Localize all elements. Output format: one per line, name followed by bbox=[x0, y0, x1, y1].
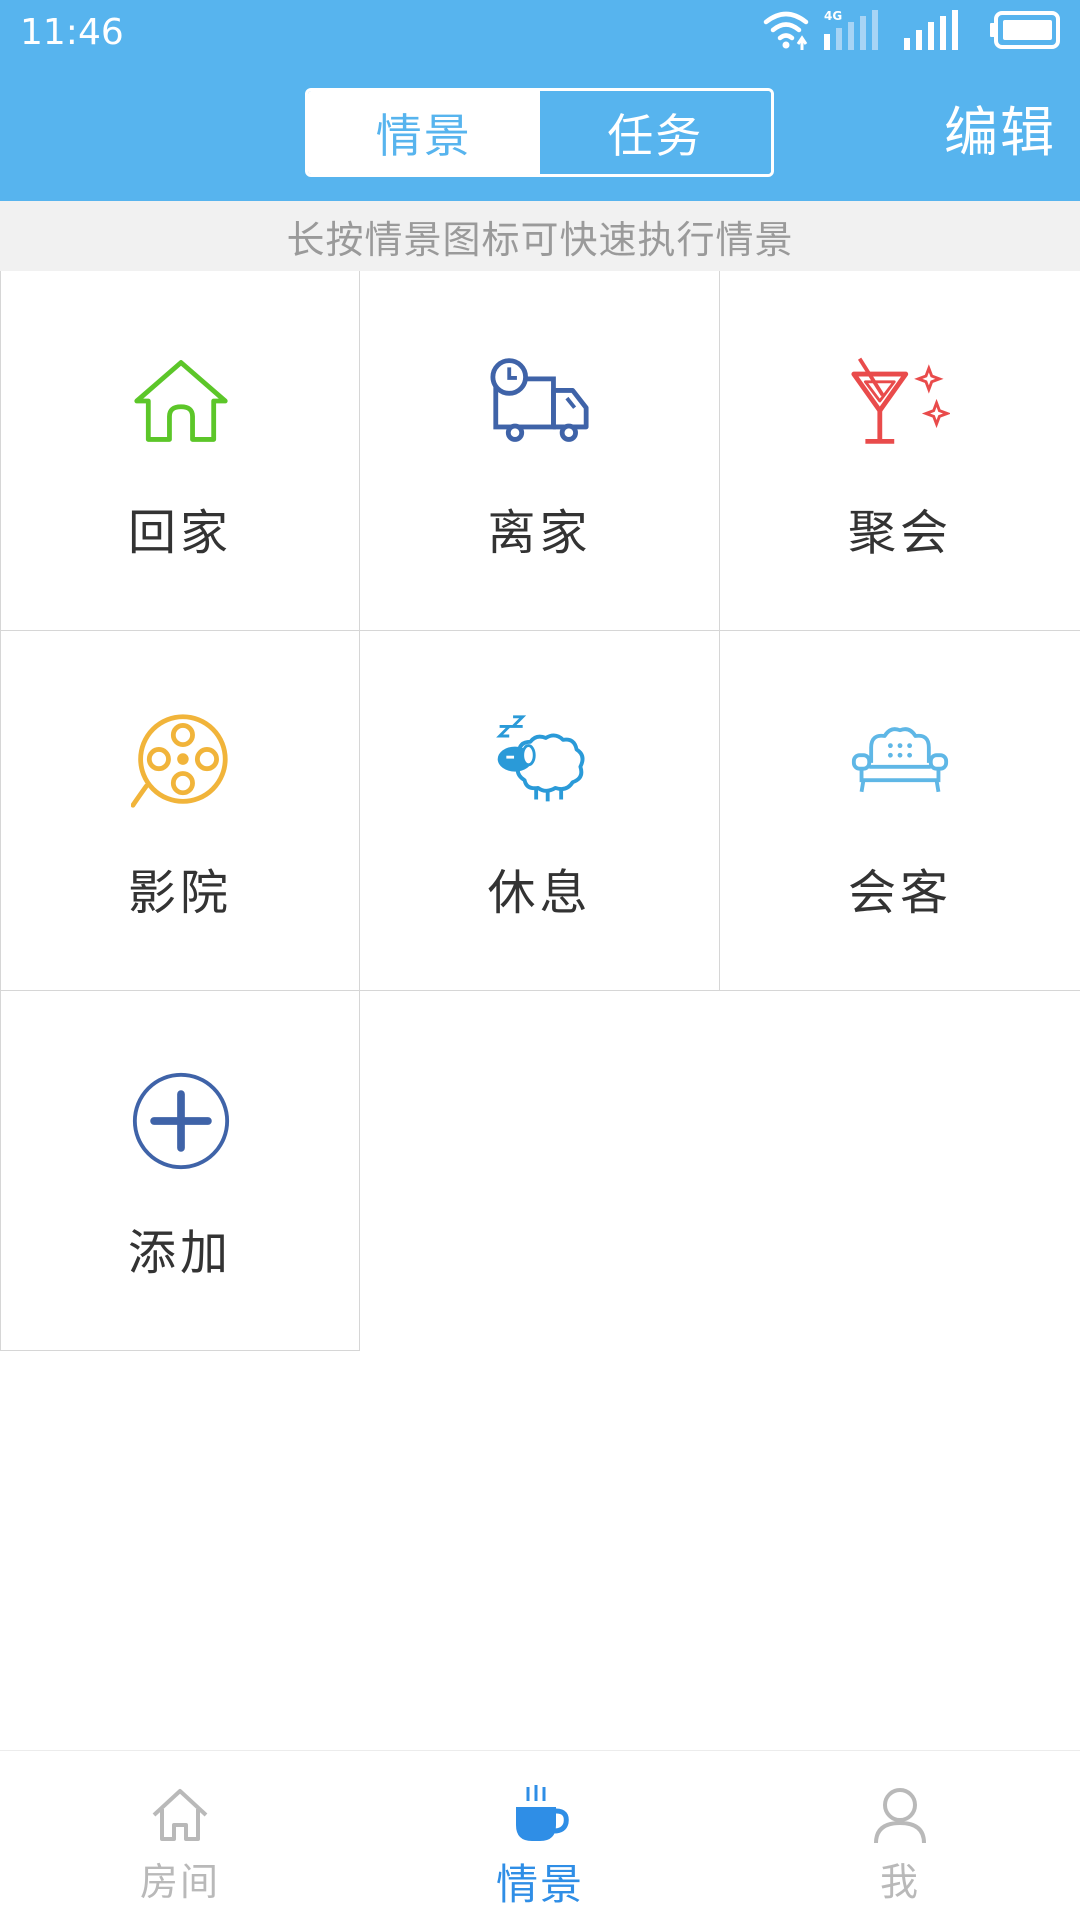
scene-rest[interactable]: 休息 bbox=[360, 631, 720, 991]
scene-label: 休息 bbox=[487, 865, 592, 921]
scene-home[interactable]: 回家 bbox=[0, 271, 360, 631]
user-icon bbox=[874, 1788, 926, 1844]
scene-label: 聚会 bbox=[847, 505, 952, 561]
truck-clock-icon bbox=[490, 351, 590, 451]
wifi-icon bbox=[763, 11, 809, 50]
hint-text: 长按情景图标可快速执行情景 bbox=[0, 201, 1080, 271]
header-bar: 11:46 4G 情景 任务 编辑 bbox=[0, 0, 1080, 201]
tab-scenes-bottom[interactable]: 情景 bbox=[360, 1751, 720, 1921]
edit-button[interactable]: 编辑 bbox=[944, 100, 1056, 166]
scene-leave-home[interactable]: 离家 bbox=[360, 271, 720, 631]
tab-tasks[interactable]: 任务 bbox=[539, 91, 771, 174]
add-circle-icon bbox=[131, 1071, 231, 1171]
scene-add[interactable]: 添加 bbox=[0, 991, 360, 1351]
film-reel-icon bbox=[131, 711, 231, 811]
battery-icon bbox=[990, 11, 1060, 49]
tab-scenes[interactable]: 情景 bbox=[308, 91, 540, 174]
status-time: 11:46 bbox=[20, 12, 124, 53]
bottom-tab-bar: 房间 情景 我 bbox=[0, 1750, 1080, 1921]
tab-me-label: 我 bbox=[879, 1860, 920, 1904]
scene-label: 会客 bbox=[847, 865, 952, 921]
scene-label: 离家 bbox=[487, 505, 592, 561]
coffee-cup-icon bbox=[516, 1785, 569, 1841]
signal-icon bbox=[904, 10, 958, 50]
scene-grid: 回家 离家 聚会 影院 休息 会客 添加 bbox=[0, 271, 1080, 1351]
sleeping-sheep-icon bbox=[490, 711, 590, 811]
home-icon bbox=[131, 351, 231, 451]
house-outline-icon bbox=[152, 1789, 208, 1841]
scene-label: 添加 bbox=[127, 1225, 232, 1281]
network-type-label: 4G bbox=[824, 9, 842, 23]
cocktail-icon bbox=[850, 351, 950, 451]
sofa-icon bbox=[850, 711, 950, 811]
signal-4g-icon: 4G bbox=[824, 9, 878, 50]
tab-me[interactable]: 我 bbox=[720, 1751, 1080, 1921]
tab-rooms-label: 房间 bbox=[139, 1860, 220, 1904]
tab-rooms[interactable]: 房间 bbox=[0, 1751, 360, 1921]
scene-party[interactable]: 聚会 bbox=[720, 271, 1080, 631]
scene-guests[interactable]: 会客 bbox=[720, 631, 1080, 991]
scene-label: 影院 bbox=[127, 865, 232, 921]
tab-scenes-label: 情景 bbox=[495, 1860, 584, 1909]
scene-label: 回家 bbox=[127, 505, 232, 561]
scene-cinema[interactable]: 影院 bbox=[0, 631, 360, 991]
scene-task-toggle: 情景 任务 bbox=[305, 88, 774, 177]
